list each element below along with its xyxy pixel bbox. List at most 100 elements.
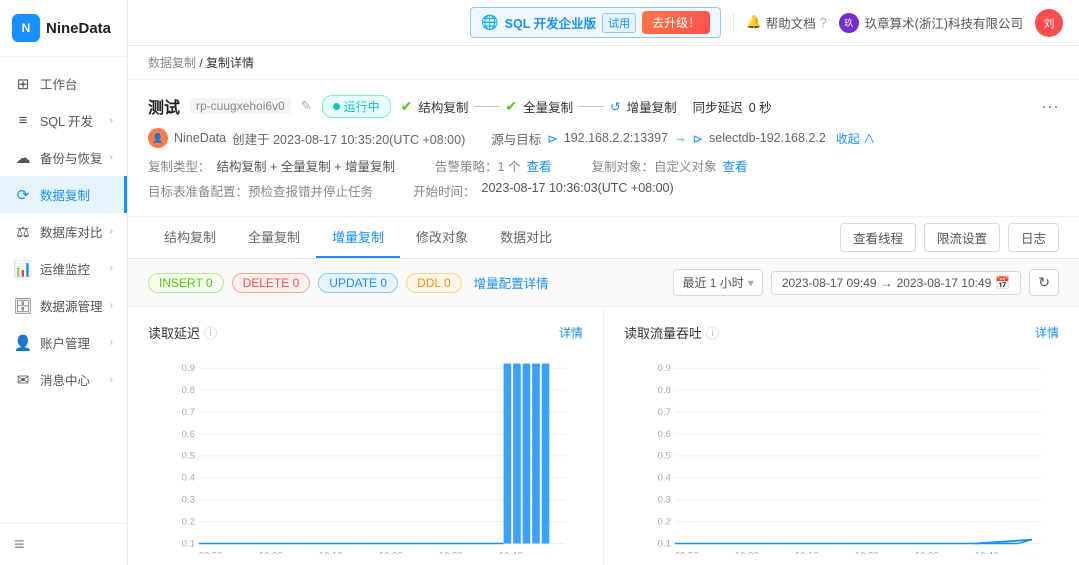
sidebar-item-data-replication[interactable]: ⟳ 数据复制 — [0, 176, 127, 213]
incremental-label: 增量复制 — [627, 97, 677, 116]
sidebar-collapse-btn[interactable]: ≡ — [14, 534, 113, 555]
chevron-down-icon: ▾ — [748, 276, 754, 290]
action-limit-settings[interactable]: 限流设置 — [924, 223, 1000, 252]
chevron-icon: › — [110, 374, 113, 385]
time-range-start: 2023-08-17 09:49 — [782, 276, 877, 290]
sidebar-item-ops-monitor[interactable]: 📊 运维监控 › — [0, 250, 127, 287]
svg-text:09:50: 09:50 — [675, 551, 699, 554]
create-time: 创建于 2023-08-17 10:35:20(UTC +08:00) — [232, 129, 465, 148]
tab-struct[interactable]: 结构复制 — [148, 217, 232, 258]
breadcrumb: 数据复制 / 复制详情 — [128, 46, 1079, 80]
meta-alert: 告警策略：1 个 查看 — [435, 156, 551, 175]
right-chart-title: 读取流量吞吐 ⓘ — [624, 323, 719, 342]
svg-text:0.5: 0.5 — [658, 451, 671, 462]
left-chart-detail[interactable]: 详情 — [559, 324, 583, 341]
time-range-end: 2023-08-17 10:49 — [897, 276, 992, 290]
tabs-row: 结构复制全量复制增量复制修改对象数据对比 查看线程限流设置日志 — [128, 217, 1079, 259]
sidebar-item-message[interactable]: ✉ 消息中心 › — [0, 361, 127, 398]
full-label: 全量复制 — [523, 97, 573, 116]
sidebar-icon-data-compare: ⚖ — [14, 223, 32, 241]
svg-text:10:30: 10:30 — [439, 551, 463, 554]
help-icon: 🔔 — [746, 15, 762, 30]
topbar: 🌐 SQL 开发企业版 试用 去升级！ 🔔 帮助文档 ? 玖 玖章算术(浙江)科… — [128, 0, 1079, 46]
svg-text:0.8: 0.8 — [658, 385, 671, 396]
sidebar-icon-ops-monitor: 📊 — [14, 260, 32, 278]
help-link[interactable]: 🔔 帮助文档 ? — [746, 13, 827, 32]
company-logo: 玖 — [839, 13, 859, 33]
op-badge-ddl: DDL 0 — [406, 273, 462, 293]
task-header: 测试 rp-cuugxehoi6v0 ✎ 运行中 ✔ 结构复制 —— ✔ 全量复… — [128, 80, 1079, 217]
sidebar-label-sql-dev: SQL 开发 — [40, 111, 110, 130]
svg-text:0.6: 0.6 — [182, 429, 195, 440]
svg-text:0.7: 0.7 — [182, 407, 195, 418]
status-label: 运行中 — [344, 98, 380, 115]
time-option-label: 最近 1 小时 — [682, 274, 743, 291]
svg-text:09:50: 09:50 — [199, 551, 223, 554]
sidebar-label-datasource: 数据源管理 — [40, 296, 110, 315]
sidebar-item-backup[interactable]: ☁ 备份与恢复 › — [0, 139, 127, 176]
sidebar-icon-account: 👤 — [14, 334, 32, 352]
svg-text:0.7: 0.7 — [658, 407, 671, 418]
sidebar-item-sql-dev[interactable]: ≡ SQL 开发 › — [0, 102, 127, 139]
edit-icon[interactable]: ✎ — [301, 98, 312, 114]
meta-start-time: 开始时间： 2023-08-17 10:36:03(UTC +08:00) — [413, 181, 674, 200]
more-options-btn[interactable]: ··· — [1041, 96, 1059, 117]
right-info-icon[interactable]: ⓘ — [706, 323, 719, 342]
right-chart-panel: 读取流量吞吐 ⓘ 详情 0.9 0.8 0.7 0.6 0.5 0.4 0.3 — [604, 307, 1079, 565]
user-avatar[interactable]: 刘 — [1035, 9, 1063, 37]
svg-text:10:30: 10:30 — [915, 551, 939, 554]
tab-full[interactable]: 全量复制 — [232, 217, 316, 258]
sidebar-label-message: 消息中心 — [40, 370, 110, 389]
svg-text:10:40: 10:40 — [499, 551, 523, 554]
breadcrumb-parent[interactable]: 数据复制 — [148, 56, 196, 70]
sidebar-item-data-compare[interactable]: ⚖ 数据库对比 › — [0, 213, 127, 250]
svg-text:0.2: 0.2 — [658, 516, 671, 527]
upgrade-button[interactable]: 去升级！ — [642, 11, 710, 34]
alert-label: 告警策略：1 个 — [435, 156, 520, 175]
sidebar-item-account[interactable]: 👤 账户管理 › — [0, 324, 127, 361]
company-info: 玖 玖章算术(浙江)科技有限公司 — [839, 13, 1023, 33]
svg-text:0.9: 0.9 — [182, 363, 195, 374]
status-dot — [333, 103, 340, 110]
replication-type-label: 复制类型： — [148, 156, 211, 175]
help-question-icon: ? — [820, 16, 827, 30]
refresh-button[interactable]: ↻ — [1029, 269, 1059, 296]
left-chart-svg: 0.9 0.8 0.7 0.6 0.5 0.4 0.3 0.2 0.1 — [148, 354, 583, 554]
sidebar-label-data-replication: 数据复制 — [40, 185, 110, 204]
logo-icon: N — [12, 14, 40, 42]
sidebar-label-data-compare: 数据库对比 — [40, 222, 110, 241]
sidebar-icon-sql-dev: ≡ — [14, 112, 32, 130]
collapse-btn[interactable]: 收起 ∧ — [836, 130, 875, 147]
tab-modify-obj[interactable]: 修改对象 — [400, 217, 484, 258]
chevron-icon: › — [110, 152, 113, 163]
tab-incremental[interactable]: 增量复制 — [316, 217, 400, 258]
struct-check-icon: ✔ — [401, 98, 413, 115]
task-name: 测试 — [148, 94, 180, 118]
action-log[interactable]: 日志 — [1008, 223, 1059, 252]
sidebar-icon-message: ✉ — [14, 371, 32, 389]
svg-text:0.5: 0.5 — [182, 451, 195, 462]
action-view-process[interactable]: 查看线程 — [840, 223, 916, 252]
right-chart-detail[interactable]: 详情 — [1035, 324, 1059, 341]
arrow1: —— — [474, 99, 499, 113]
source-ip: 192.168.2.2:13397 — [564, 131, 668, 145]
time-range-display[interactable]: 2023-08-17 09:49 → 2023-08-17 10:49 📅 — [771, 271, 1021, 295]
breadcrumb-current: 复制详情 — [206, 56, 254, 70]
incremental-config-link[interactable]: 增量配置详情 — [474, 273, 549, 292]
target-db-icon: ⊳ — [693, 131, 703, 146]
start-time-label: 开始时间： — [413, 181, 476, 200]
task-title-row: 测试 rp-cuugxehoi6v0 ✎ 运行中 ✔ 结构复制 —— ✔ 全量复… — [148, 94, 1059, 118]
left-chart-header: 读取延迟 ⓘ 详情 — [148, 323, 583, 342]
sidebar-icon-backup: ☁ — [14, 149, 32, 167]
sidebar-item-workbench[interactable]: ⊞ 工作台 — [0, 65, 127, 102]
replica-obj-link[interactable]: 查看 — [722, 156, 747, 175]
chevron-icon: › — [110, 115, 113, 126]
alert-link[interactable]: 查看 — [526, 156, 551, 175]
tab-data-compare[interactable]: 数据对比 — [484, 217, 568, 258]
svg-text:10:00: 10:00 — [259, 551, 283, 554]
sidebar-item-datasource[interactable]: 🗄 数据源管理 › — [0, 287, 127, 324]
left-info-icon[interactable]: ⓘ — [204, 323, 217, 342]
time-select-dropdown[interactable]: 最近 1 小时 ▾ — [673, 269, 762, 296]
chevron-icon: › — [110, 337, 113, 348]
task-id: rp-cuugxehoi6v0 — [190, 98, 291, 114]
